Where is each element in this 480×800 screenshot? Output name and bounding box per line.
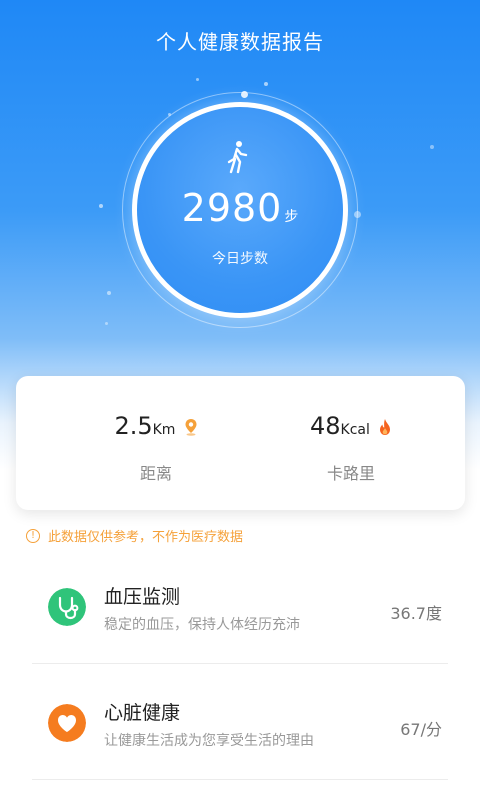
decor-dot — [264, 82, 268, 86]
item-description: 让健康生活成为您享受生活的理由 — [104, 733, 314, 749]
walking-icon — [227, 141, 248, 174]
distance-label: 距离 — [139, 464, 172, 483]
decor-dot — [107, 291, 111, 295]
decor-dot — [430, 145, 434, 149]
heart-icon — [48, 704, 86, 742]
distance-value: 2.5 — [114, 412, 153, 440]
list-item-blood-pressure[interactable]: 血压监测 稳定的血压，保持人体经历充沛 36.7度 — [32, 548, 448, 664]
calories-value: 48 — [310, 412, 341, 440]
warning-icon: ! — [26, 528, 40, 543]
calories-stat: 48Kcal 卡路里 — [251, 412, 451, 484]
list-item-heart-health[interactable]: 心脏健康 让健康生活成为您享受生活的理由 67/分 — [32, 664, 448, 780]
decor-dot — [196, 78, 199, 81]
stats-card: 2.5Km 距离 48Kcal 卡路里 — [16, 376, 465, 510]
location-pin-icon — [185, 419, 197, 436]
distance-stat: 2.5Km 距离 — [56, 412, 256, 484]
item-title: 血压监测 — [104, 586, 181, 608]
decor-dot — [105, 322, 108, 325]
divider — [32, 779, 448, 780]
item-value: 67/分 — [400, 720, 442, 739]
item-value: 36.7度 — [390, 604, 442, 623]
steps-label: 今日步数 — [212, 251, 268, 267]
calories-label: 卡路里 — [326, 464, 375, 483]
disclaimer-text: 此数据仅供参考，不作为医疗数据 — [48, 530, 244, 545]
stethoscope-icon — [48, 588, 86, 626]
steps-unit: 步 — [284, 209, 299, 225]
calories-unit: Kcal — [340, 422, 370, 438]
item-description: 稳定的血压，保持人体经历充沛 — [104, 617, 300, 633]
distance-unit: Km — [152, 422, 176, 438]
steps-value: 2980 — [181, 186, 283, 230]
page-title: 个人健康数据报告 — [156, 30, 324, 54]
disclaimer-notice: ! 此数据仅供参考，不作为医疗数据 — [26, 526, 243, 545]
item-title: 心脏健康 — [104, 702, 181, 724]
flame-icon — [380, 419, 390, 435]
steps-display: 2980 步 — [0, 186, 480, 230]
